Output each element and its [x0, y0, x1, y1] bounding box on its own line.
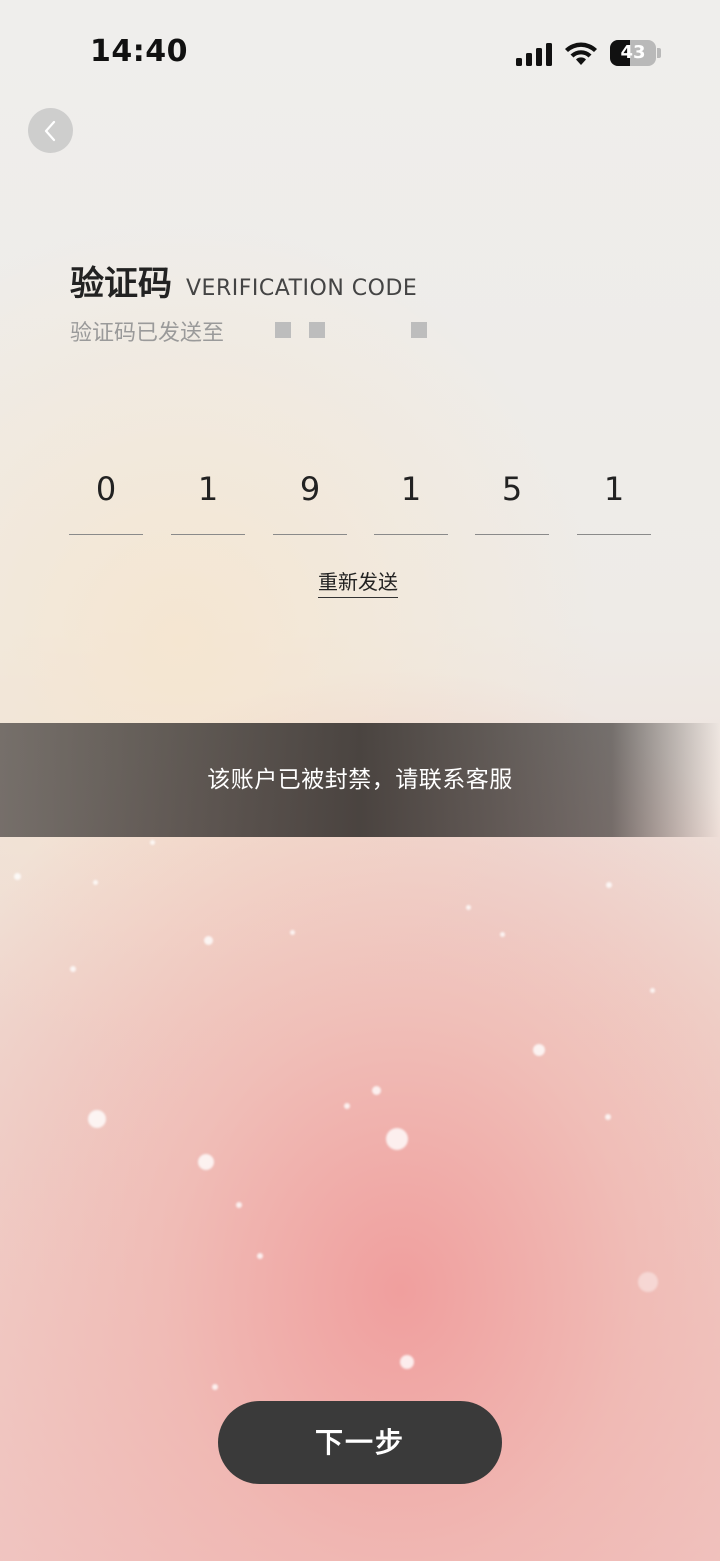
code-digit-cell[interactable]: 5 [475, 460, 549, 535]
next-step-button[interactable]: 下一步 [218, 1401, 502, 1484]
status-time: 14:40 [90, 34, 188, 69]
status-bar: 14:40 43 [0, 0, 720, 100]
sent-to-hint: 验证码已发送至 [70, 321, 225, 346]
battery-icon: 43 [610, 40, 656, 66]
code-digit: 1 [197, 470, 219, 508]
cellular-signal-icon [516, 42, 552, 66]
code-digit: 1 [603, 470, 625, 508]
page-title: 验证码 VERIFICATION CODE [70, 256, 417, 305]
chevron-left-icon [44, 120, 56, 142]
code-digit-cell[interactable]: 0 [69, 460, 143, 535]
page-title-cn: 验证码 [70, 264, 172, 304]
code-digit-cell[interactable]: 1 [171, 460, 245, 535]
verification-code-input[interactable]: 0 1 9 1 5 1 [69, 460, 651, 536]
code-digit: 0 [95, 470, 117, 508]
code-digit-cell[interactable]: 1 [374, 460, 448, 535]
next-step-button-label: 下一步 [314, 1427, 405, 1458]
code-digit: 9 [299, 470, 321, 508]
code-digit: 5 [501, 470, 523, 508]
redacted-phone-mask [309, 322, 325, 338]
error-toast: 该账户已被封禁，请联系客服 [0, 723, 720, 837]
page-title-en: VERIFICATION CODE [186, 276, 418, 301]
battery-percentage: 43 [620, 42, 646, 63]
code-digit: 1 [400, 470, 422, 508]
resend-code-link[interactable]: 重新发送 [318, 566, 398, 598]
toast-message: 该账户已被封禁，请联系客服 [207, 767, 513, 793]
wifi-icon [565, 42, 597, 65]
code-digit-cell[interactable]: 9 [273, 460, 347, 535]
code-digit-cell[interactable]: 1 [577, 460, 651, 535]
battery-cap [657, 48, 661, 58]
back-button[interactable] [28, 108, 73, 153]
redacted-phone-mask [275, 322, 291, 338]
redacted-phone-mask [411, 322, 427, 338]
